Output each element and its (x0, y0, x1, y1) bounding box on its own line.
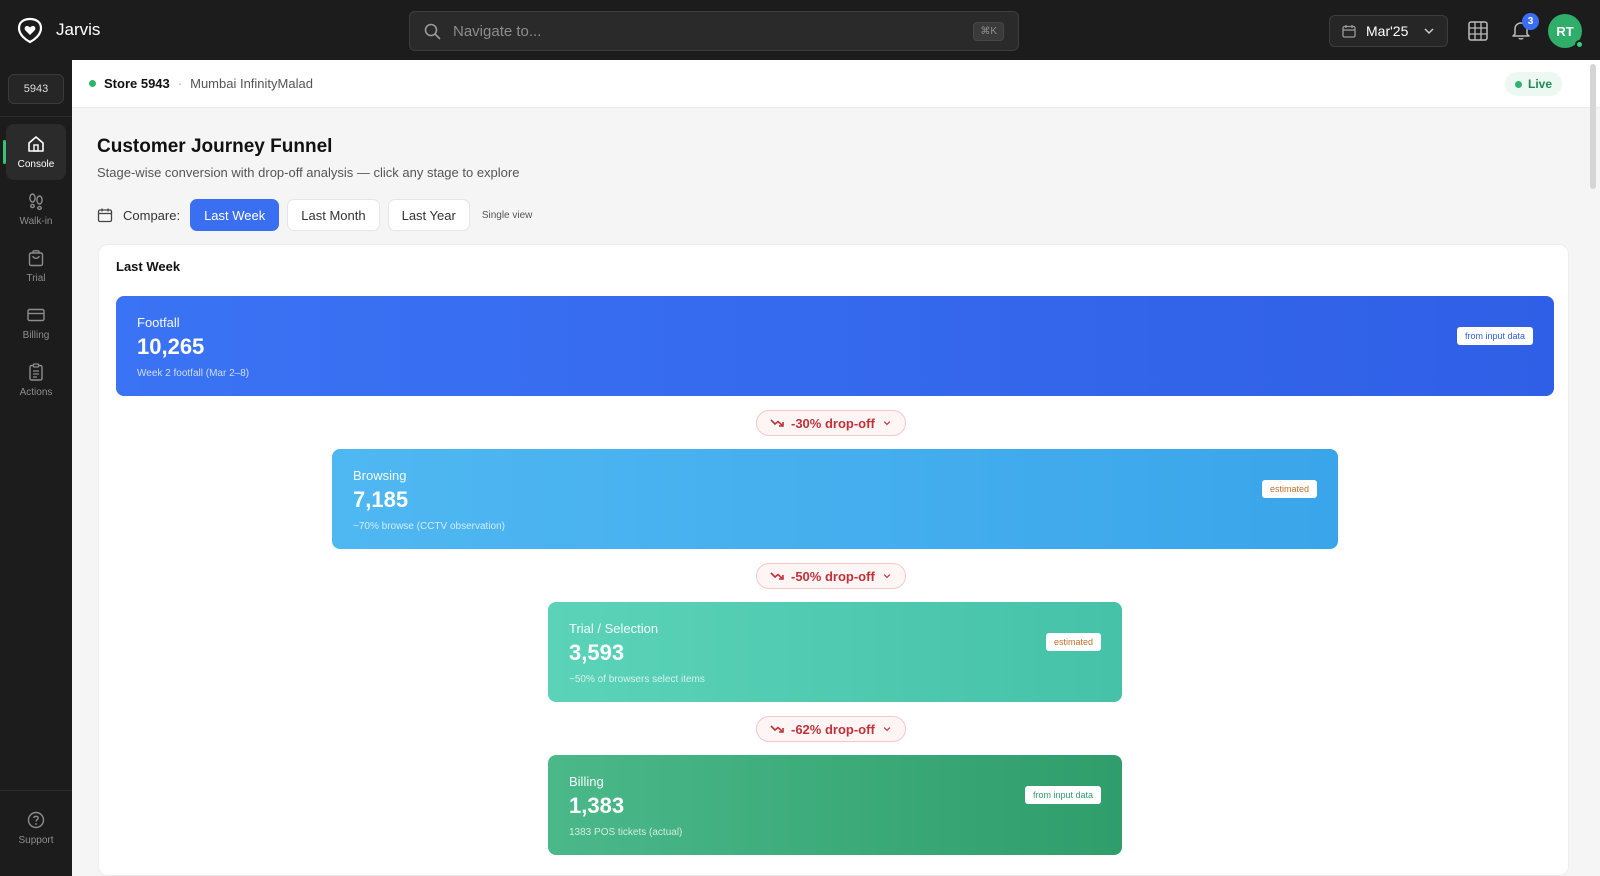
dropoff-label: -50% drop-off (791, 568, 875, 584)
search-icon (424, 23, 441, 39)
chevron-down-icon (1424, 28, 1434, 35)
sidebar: 5943 Console Walk-in Trial Billing Actio… (0, 60, 72, 876)
scrollbar-thumb[interactable] (1590, 64, 1596, 189)
trending-down-icon (770, 419, 784, 427)
app-name: Jarvis (56, 20, 101, 39)
sidebar-item-label: Actions (19, 387, 53, 398)
stage-source-tag: from input data (1024, 786, 1101, 804)
sidebar-item-actions[interactable]: Actions (6, 352, 66, 408)
sidebar-divider (0, 790, 72, 791)
stage-note: ~50% of browsers select items (569, 674, 705, 685)
heart-shield-logo-icon (17, 17, 43, 44)
dropoff-badge[interactable]: -62% drop-off (756, 716, 906, 742)
compare-last-year-button[interactable]: Last Year (387, 199, 470, 231)
stage-value: 10,265 (137, 334, 205, 359)
single-view-toggle[interactable]: Single view (482, 210, 533, 221)
sidebar-item-walk-in[interactable]: Walk-in (6, 181, 66, 237)
stage-value: 7,185 (353, 487, 409, 512)
search-input[interactable]: Navigate to... (453, 23, 973, 40)
compare-label: Compare: (123, 207, 181, 223)
breadcrumb-separator: · (177, 76, 183, 91)
stage-note: ~70% browse (CCTV observation) (353, 521, 506, 532)
calendar-icon (1342, 25, 1356, 38)
breadcrumb-location: Mumbai InfinityMalad (190, 76, 313, 91)
sidebar-item-console[interactable]: Console (3, 124, 66, 180)
sidebar-divider (0, 116, 72, 117)
sidebar-item-trial[interactable]: Trial (6, 238, 66, 294)
stage-source-tag: from input data (1456, 327, 1533, 345)
help-circle-icon (27, 811, 45, 829)
sidebar-item-label: Support (18, 835, 54, 846)
stage-source-tag: estimated (1045, 633, 1101, 651)
compare-controls: Compare: Last Week Last Month Last Year … (97, 199, 532, 231)
sidebar-item-label: Trial (26, 273, 46, 284)
period-label: Mar'25 (1366, 23, 1409, 39)
home-icon (28, 136, 44, 152)
calendar-icon (97, 208, 113, 223)
funnel-card: Last Week Footfall 10,265 Week 2 footfal… (98, 244, 1569, 876)
store-status-dot (89, 80, 96, 87)
stage-value: 1,383 (569, 793, 625, 818)
funnel-stage-footfall[interactable]: Footfall 10,265 Week 2 footfall (Mar 2–8… (116, 296, 1554, 396)
brand[interactable]: Jarvis (16, 16, 406, 44)
dropoff-label: -62% drop-off (791, 721, 875, 737)
footsteps-icon (29, 193, 43, 211)
live-label: Live (1527, 77, 1552, 91)
sidebar-item-billing[interactable]: Billing (6, 295, 66, 351)
chevron-down-icon (883, 574, 891, 579)
dropoff-label: -30% drop-off (791, 415, 875, 431)
online-status-dot (1575, 40, 1584, 49)
trending-down-icon (770, 572, 784, 580)
apps-grid-icon[interactable] (1467, 20, 1489, 42)
trending-down-icon (770, 725, 784, 733)
page-title: Customer Journey Funnel (97, 136, 333, 157)
stage-note: 1383 POS tickets (actual) (569, 827, 683, 838)
sidebar-item-label: Billing (22, 330, 50, 341)
shopping-bag-icon (28, 250, 44, 267)
live-status-badge: Live (1504, 72, 1562, 96)
stage-note: Week 2 footfall (Mar 2–8) (137, 368, 250, 379)
search-bar[interactable]: Navigate to... ⌘K (409, 11, 1019, 51)
stage-source-tag: estimated (1261, 480, 1317, 498)
compare-last-month-button[interactable]: Last Month (287, 199, 380, 231)
breadcrumb: Store 5943 · Mumbai InfinityMalad Live (72, 60, 1600, 108)
sidebar-item-label: Walk-in (19, 216, 53, 227)
funnel-stage-browsing[interactable]: Browsing 7,185 ~70% browse (CCTV observa… (332, 449, 1338, 549)
chevron-down-icon (883, 421, 891, 426)
clipboard-icon (29, 363, 43, 381)
funnel-stage-trial-selection[interactable]: Trial / Selection 3,593 ~50% of browsers… (548, 602, 1122, 702)
stage-name: Billing (569, 774, 604, 789)
breadcrumb-store[interactable]: Store 5943 (104, 76, 170, 91)
period-selector[interactable]: Mar'25 (1329, 15, 1448, 47)
credit-card-icon (27, 308, 45, 322)
funnel-stage-billing[interactable]: Billing 1,383 1383 POS tickets (actual) … (548, 755, 1122, 855)
top-bar: Jarvis Navigate to... ⌘K Mar'25 3 RT (0, 0, 1600, 60)
funnel-title: Last Week (116, 259, 181, 274)
stage-name: Trial / Selection (569, 621, 659, 636)
chevron-down-icon (883, 727, 891, 732)
stage-name: Browsing (353, 468, 407, 483)
stage-value: 3,593 (569, 640, 625, 665)
page-subtitle: Stage-wise conversion with drop-off anal… (97, 165, 520, 180)
shortcut-hint: ⌘K (973, 21, 1004, 41)
store-selector[interactable]: 5943 (8, 74, 64, 104)
dropoff-badge[interactable]: -50% drop-off (756, 563, 906, 589)
live-dot (1514, 80, 1522, 88)
dropoff-badge[interactable]: -30% drop-off (756, 410, 906, 436)
stage-name: Footfall (137, 315, 180, 330)
notification-badge: 3 (1522, 13, 1539, 30)
compare-last-week-button[interactable]: Last Week (190, 199, 280, 231)
sidebar-item-label: Console (17, 159, 55, 170)
sidebar-item-support[interactable]: Support (6, 800, 66, 856)
